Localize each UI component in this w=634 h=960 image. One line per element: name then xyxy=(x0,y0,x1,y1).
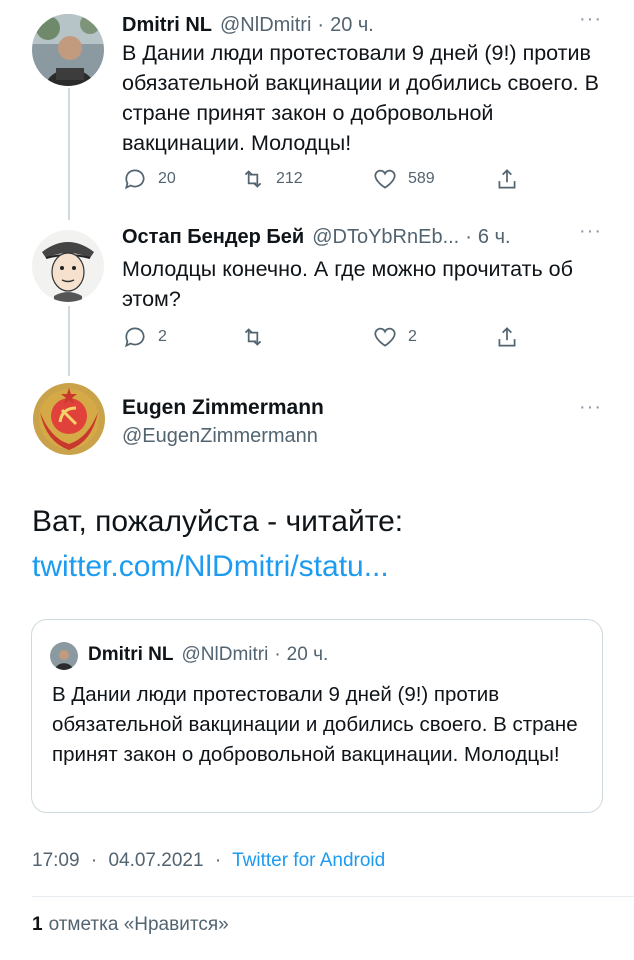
reply-tweet-2[interactable]: Остап Бендер Бей @DToYbRnEb... · 6 ч. ··… xyxy=(0,220,634,370)
more-options-icon[interactable]: ··· xyxy=(579,8,602,31)
share-icon xyxy=(498,327,516,347)
separator-dot: · xyxy=(214,850,222,871)
reply-button[interactable]: 20 xyxy=(122,166,176,192)
more-options-icon[interactable]: ··· xyxy=(579,220,602,243)
quoted-text: В Дании люди протестовали 9 дней (9!) пр… xyxy=(52,683,578,766)
avatar[interactable] xyxy=(32,230,104,302)
tweet-text: Молодцы конечно. А где можно прочитать о… xyxy=(122,257,573,311)
quoted-time: 20 ч. xyxy=(286,644,329,665)
retweet-button[interactable]: 212 xyxy=(240,166,303,192)
like-button[interactable]: 2 xyxy=(372,324,417,350)
post-time: 17:09 xyxy=(32,850,80,871)
likes-label: отметка «Нравится» xyxy=(48,914,229,935)
like-count: 2 xyxy=(408,328,417,345)
quoted-author-handle: @NlDmitri xyxy=(181,644,269,665)
like-button[interactable]: 589 xyxy=(372,166,435,192)
soviet-emblem-avatar-icon xyxy=(32,382,106,456)
like-icon xyxy=(374,327,396,347)
main-avatar[interactable] xyxy=(32,382,106,456)
main-tweet-text: Ват, пожалуйста - читайте: xyxy=(32,505,404,538)
reply-icon xyxy=(125,169,145,190)
more-options-icon[interactable]: ··· xyxy=(579,396,602,419)
avatar-photo-icon xyxy=(32,14,104,86)
author-handle[interactable]: @NlDmitri xyxy=(220,14,311,37)
reply-icon xyxy=(125,327,145,348)
reply-button[interactable]: 2 xyxy=(122,324,167,350)
likes-summary[interactable]: 1 отметка «Нравится» xyxy=(32,914,229,936)
divider xyxy=(32,896,634,897)
retweet-button[interactable] xyxy=(240,324,276,350)
avatar[interactable] xyxy=(32,14,104,86)
separator-dot: · xyxy=(274,644,281,665)
quoted-avatar xyxy=(50,642,78,670)
quoted-author-name: Dmitri NL xyxy=(88,644,174,665)
reply-count: 20 xyxy=(158,170,176,187)
tweet-text: В Дании люди протестовали 9 дней (9!) пр… xyxy=(122,41,599,155)
quoted-tweet[interactable]: Dmitri NL @NlDmitri · 20 ч. В Дании люди… xyxy=(31,619,603,813)
retweet-count: 212 xyxy=(276,170,303,187)
likes-count: 1 xyxy=(32,914,43,935)
share-button[interactable] xyxy=(494,324,520,350)
avatar-photo-icon xyxy=(50,642,78,670)
retweet-icon xyxy=(244,328,262,346)
retweet-icon xyxy=(244,170,262,188)
author-name[interactable]: Dmitri NL xyxy=(122,14,212,37)
like-count: 589 xyxy=(408,170,435,187)
tweet-link[interactable]: twitter.com/NlDmitri/statu... xyxy=(32,545,389,589)
tweet-time[interactable]: 6 ч. xyxy=(478,226,511,249)
separator-dot: · xyxy=(90,850,98,871)
reply-tweet-1[interactable]: Dmitri NL @NlDmitri · 20 ч. ··· В Дании … xyxy=(0,0,634,220)
separator-dot: · xyxy=(465,226,472,248)
post-date: 04.07.2021 xyxy=(108,850,204,871)
share-icon xyxy=(498,169,516,189)
like-icon xyxy=(374,169,396,189)
tweet-time[interactable]: 20 ч. xyxy=(330,14,374,37)
avatar-sketch-icon xyxy=(32,230,104,302)
separator-dot: · xyxy=(317,14,325,36)
reply-count: 2 xyxy=(158,328,167,345)
main-author-name[interactable]: Eugen Zimmermann xyxy=(122,396,324,420)
author-handle[interactable]: @DToYbRnEb... xyxy=(312,226,459,249)
author-name[interactable]: Остап Бендер Бей xyxy=(122,226,304,249)
tweet-metadata: 17:09 · 04.07.2021 · Twitter for Android xyxy=(32,850,385,872)
share-button[interactable] xyxy=(494,166,520,192)
source-link[interactable]: Twitter for Android xyxy=(232,850,385,871)
main-author-handle[interactable]: @EugenZimmermann xyxy=(122,425,318,448)
